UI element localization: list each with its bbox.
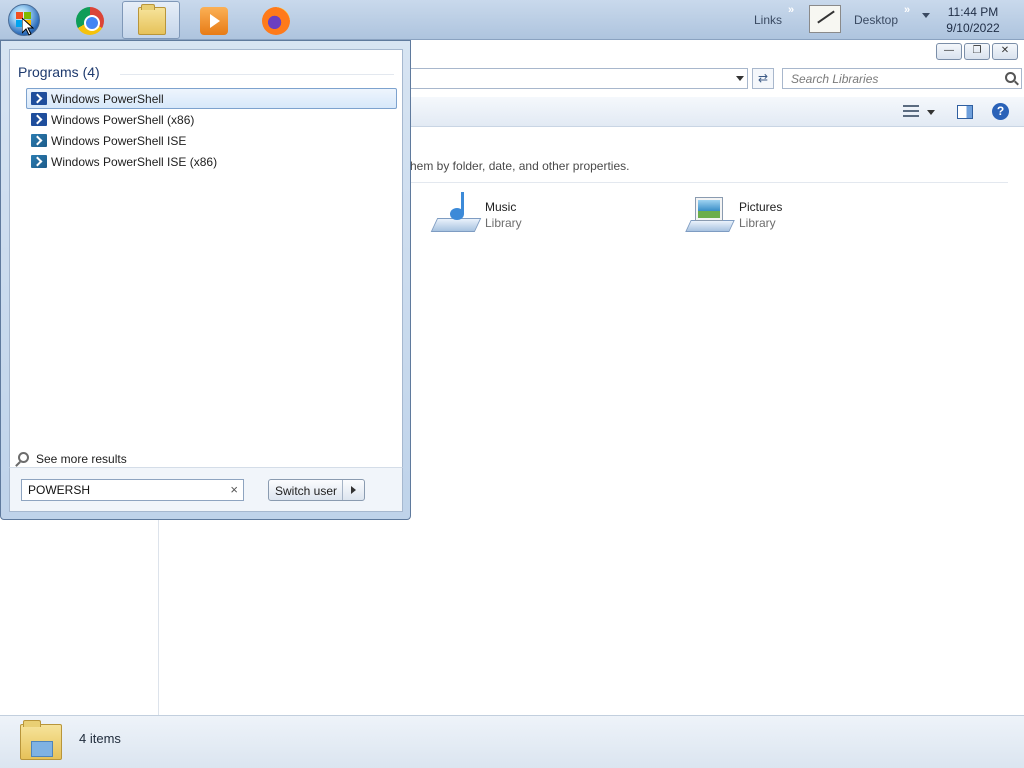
- links-chevron-icon[interactable]: »: [788, 4, 794, 16]
- maximize-button[interactable]: ❐: [964, 43, 990, 60]
- powershell-ise-icon: [31, 134, 47, 147]
- search-icon[interactable]: [1005, 72, 1016, 83]
- library-name: Music: [485, 200, 517, 214]
- powershell-ise-icon: [31, 155, 47, 168]
- divider: [120, 74, 394, 75]
- desktop-toolbar[interactable]: Desktop: [854, 13, 898, 27]
- folder-icon: [138, 4, 166, 35]
- libraries-folder-icon: [20, 720, 62, 760]
- start-search-input[interactable]: [22, 480, 222, 500]
- system-clock[interactable]: 11:44 PM 9/10/2022: [940, 4, 1006, 36]
- clear-search-icon[interactable]: ×: [230, 482, 238, 497]
- start-menu: Programs (4) Windows PowerShell Windows …: [0, 40, 411, 520]
- chrome-icon: [76, 7, 104, 35]
- signature-icon[interactable]: [809, 5, 841, 33]
- desktop-chevron-icon[interactable]: »: [904, 4, 910, 16]
- address-bar[interactable]: [410, 68, 748, 89]
- program-label: Windows PowerShell ISE: [51, 134, 187, 148]
- divider: [410, 182, 1008, 183]
- clock-date: 9/10/2022: [946, 21, 1000, 35]
- powershell-icon: [31, 92, 47, 105]
- refresh-button[interactable]: ⇄: [752, 68, 774, 89]
- taskbar: Links » Desktop » 11:44 PM 9/10/2022: [0, 0, 1024, 40]
- music-library-icon: [430, 190, 482, 238]
- switch-user-label: Switch user: [275, 484, 338, 498]
- search-icon: [18, 452, 29, 463]
- program-label: Windows PowerShell (x86): [51, 113, 195, 127]
- view-dropdown-icon[interactable]: [927, 110, 935, 115]
- switch-user-button[interactable]: Switch user: [268, 479, 365, 501]
- pictures-library-icon: [685, 190, 735, 238]
- library-type: Library: [485, 216, 522, 230]
- see-more-label: See more results: [36, 452, 127, 466]
- window-controls: — ❐ ✕: [936, 43, 1018, 60]
- close-button[interactable]: ✕: [992, 43, 1018, 60]
- start-menu-results: Programs (4) Windows PowerShell Windows …: [9, 49, 403, 467]
- taskbar-firefox[interactable]: [246, 1, 304, 39]
- help-icon[interactable]: ?: [992, 103, 1009, 120]
- program-windows-powershell-ise[interactable]: Windows PowerShell ISE: [26, 130, 397, 151]
- change-view-icon[interactable]: [903, 104, 919, 118]
- library-item-music[interactable]: Music Library: [430, 190, 632, 240]
- library-type: Library: [739, 216, 776, 230]
- item-count: 4 items: [79, 731, 121, 746]
- program-windows-powershell[interactable]: Windows PowerShell: [26, 88, 397, 109]
- taskbar-media-player[interactable]: [184, 1, 242, 39]
- desktop-dropdown-icon[interactable]: [922, 13, 930, 18]
- program-windows-powershell-x86[interactable]: Windows PowerShell (x86): [26, 109, 397, 130]
- library-description: hem by folder, date, and other propertie…: [410, 159, 630, 173]
- search-libraries-placeholder: Search Libraries: [791, 72, 879, 86]
- taskbar-explorer[interactable]: [122, 1, 180, 39]
- details-pane: 4 items: [0, 715, 1024, 768]
- program-windows-powershell-ise-x86[interactable]: Windows PowerShell ISE (x86): [26, 151, 397, 172]
- library-name: Pictures: [739, 200, 783, 214]
- shutdown-options-arrow-icon[interactable]: [342, 480, 364, 500]
- firefox-icon: [262, 7, 290, 35]
- links-toolbar[interactable]: Links: [754, 13, 782, 27]
- clock-time: 11:44 PM: [947, 5, 999, 19]
- library-item-pictures[interactable]: Pictures Library: [685, 190, 886, 240]
- minimize-button[interactable]: —: [936, 43, 962, 60]
- powershell-icon: [31, 113, 47, 126]
- taskbar-chrome[interactable]: [60, 1, 118, 39]
- media-player-icon: [200, 7, 228, 35]
- program-label: Windows PowerShell ISE (x86): [51, 155, 218, 169]
- programs-header: Programs (4): [18, 64, 100, 80]
- search-libraries-input[interactable]: Search Libraries: [782, 68, 1022, 89]
- start-search-box[interactable]: ×: [21, 479, 244, 501]
- program-label: Windows PowerShell: [51, 92, 164, 106]
- address-dropdown-icon[interactable]: [736, 76, 744, 81]
- preview-pane-icon[interactable]: [957, 105, 973, 119]
